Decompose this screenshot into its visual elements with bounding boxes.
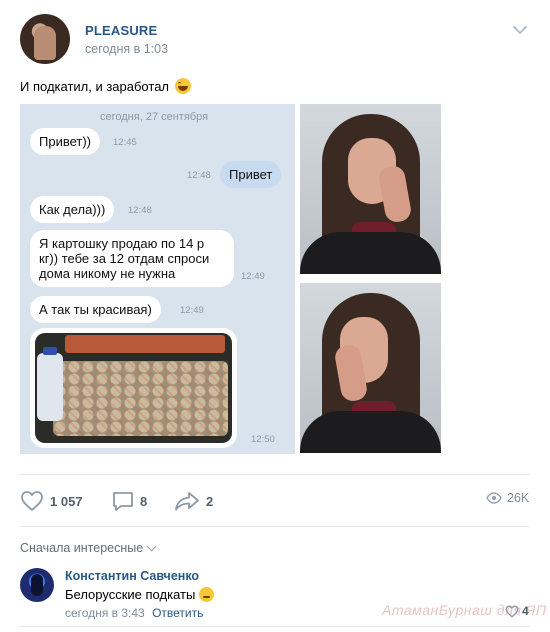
comment-meta: сегодня в 3:43 Ответить xyxy=(65,606,203,620)
chat-message-line: кг)) тебе за 12 отдам спроси xyxy=(39,251,210,266)
comment-text: Белорусские подкаты xyxy=(65,587,215,602)
comment-like-button[interactable]: 4 xyxy=(505,604,529,618)
chat-message-time: 12:49 xyxy=(241,271,265,282)
divider xyxy=(20,474,530,475)
commenter-avatar[interactable] xyxy=(20,568,54,602)
share-count: 2 xyxy=(206,493,214,509)
eye-icon xyxy=(486,492,502,504)
laughing-face-emoji xyxy=(174,78,191,94)
chat-message: Привет)) xyxy=(30,128,101,155)
chat-message-time: 12:48 xyxy=(187,170,211,181)
chat-message: Привет xyxy=(220,161,282,188)
share-button[interactable]: 2 xyxy=(174,490,213,512)
view-counter: 26K xyxy=(486,491,529,505)
potato-sack-image xyxy=(35,333,232,443)
chevron-down-icon xyxy=(146,541,157,552)
chat-message: Как дела))) xyxy=(30,196,115,223)
post-text-body: И подкатил, и заработал xyxy=(20,79,170,94)
chat-message-time: 12:45 xyxy=(113,137,137,148)
chat-message-line: дома никому не нужна xyxy=(39,266,176,281)
chevron-down-icon[interactable] xyxy=(512,24,528,36)
wall-post: PLEASURE сегодня в 1:03 И подкатил, и за… xyxy=(0,0,550,632)
chat-screenshot-photo[interactable]: сегодня, 27 сентября Привет)) 12:45 Прив… xyxy=(20,104,295,454)
chat-message-time: 12:49 xyxy=(180,305,204,316)
view-count: 26K xyxy=(507,491,530,505)
chat-message: А так ты красивая) xyxy=(30,296,161,323)
post-time[interactable]: сегодня в 1:03 xyxy=(85,42,168,56)
chat-message: Я картошку продаю по 14 р кг)) тебе за 1… xyxy=(30,230,234,287)
like-count: 1 057 xyxy=(50,493,83,509)
like-button[interactable]: 1 057 xyxy=(20,490,83,512)
chat-message-time: 12:48 xyxy=(128,205,152,216)
comment-button[interactable]: 8 xyxy=(112,490,147,512)
share-icon xyxy=(175,492,199,511)
chat-photo-message xyxy=(30,328,237,448)
heart-icon xyxy=(21,491,43,511)
comment-sort-dropdown[interactable]: Сначала интересные xyxy=(20,541,157,555)
rolling-eyes-emoji xyxy=(199,587,215,602)
comment-like-count: 4 xyxy=(522,604,529,618)
chat-date: сегодня, 27 сентября xyxy=(100,111,209,123)
commenter-name[interactable]: Константин Савченко xyxy=(65,569,199,583)
chat-message-line: Я картошку продаю по 14 р xyxy=(39,236,205,251)
divider xyxy=(20,626,530,627)
comment-time[interactable]: сегодня в 3:43 xyxy=(65,606,145,620)
comment-count: 8 xyxy=(140,493,148,509)
crying-woman-photo[interactable] xyxy=(300,104,441,274)
comment-text-body: Белорусские подкаты xyxy=(65,587,196,602)
author-avatar[interactable] xyxy=(20,14,70,64)
crying-woman-photo[interactable] xyxy=(300,283,441,453)
reply-button[interactable]: Ответить xyxy=(152,606,203,620)
chat-message-time: 12:50 xyxy=(251,434,275,445)
comment-sort-label: Сначала интересные xyxy=(20,541,144,555)
post-text: И подкатил, и заработал xyxy=(20,78,191,94)
comment-icon xyxy=(113,492,133,511)
divider xyxy=(20,526,530,527)
post-author[interactable]: PLEASURE xyxy=(85,23,157,38)
heart-icon xyxy=(505,605,519,617)
